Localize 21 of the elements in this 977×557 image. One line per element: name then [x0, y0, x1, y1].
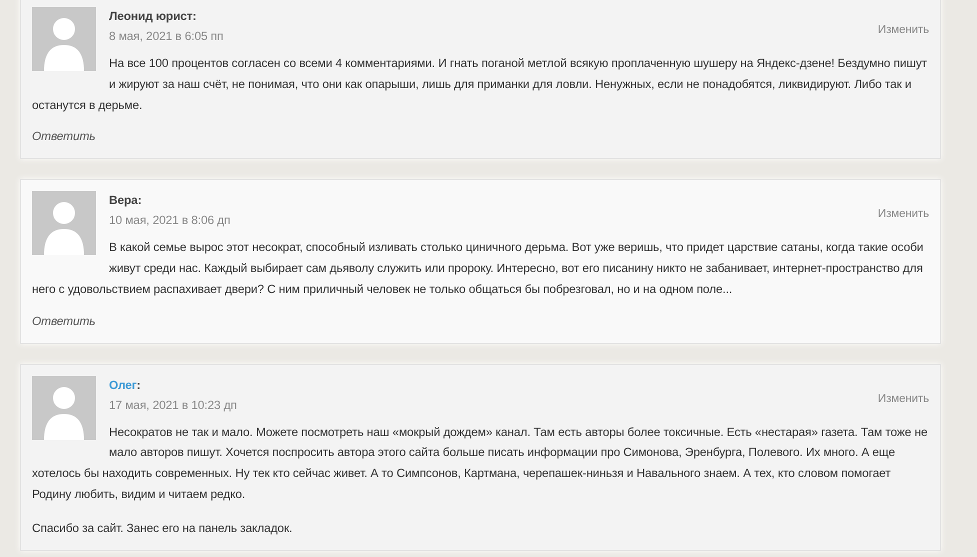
reply-link[interactable]: Ответить	[32, 128, 96, 146]
comment-date: 17 мая, 2021 в 10:23 дп	[109, 398, 237, 412]
author-name: Вера	[109, 193, 138, 208]
avatar-icon	[32, 376, 96, 440]
comment-date: 10 мая, 2021 в 8:06 дп	[109, 213, 230, 228]
comment-text: Спасибо за сайт. Занес его на панель закладок.	[32, 520, 294, 537]
author-link[interactable]: Олег	[109, 378, 137, 392]
colon: :	[136, 378, 141, 392]
comment-date: 8 мая, 2021 в 6:05 пп	[109, 29, 224, 43]
author-name: Леонид юрист	[109, 9, 193, 23]
avatar-icon	[32, 7, 96, 71]
avatar-icon	[32, 191, 96, 256]
comment-text: Несократов не так и мало. Можете посмотреть наш «мокрый дождем» канал. Там есть авторы более токсичные. Есть «нестарая» газета. Там тоже не мало авторов пишут. Хочется поспросить автора этого сайта больше писать информации про Симонова, Эренбурга, Полевого. Их много. А еще хотелось бы находить современных. Ну тек кто сейчас живет. А то Симпсонов, Картмана, черепашек-ниньзя и Навального знаем. А тех, кто словом помогает Родину любить, видим и читаем редко.	[32, 424, 928, 503]
colon: :	[192, 9, 196, 23]
comment-text: На все 100 процентов согласен со всеми 4 комментариями. И гнать поганой метлой всякую проплаченную шушеру на Яндекс-дзене! Бездумно пишут и жируют за наш счёт, не понимая, что они как опарыши, лишь для приманки для ловли. Ненужных, если не понадобятся, ликвидируют. Либо так и останутся в дерьме.	[32, 55, 928, 114]
edit-link[interactable]: Изменить	[878, 388, 929, 408]
edit-link[interactable]: Изменить	[878, 20, 929, 40]
colon: :	[138, 193, 142, 208]
reply-link[interactable]: Ответить	[32, 312, 96, 330]
edit-link[interactable]: Изменить	[878, 204, 929, 224]
comment-text: В какой семье вырос этот несократ, способный изливать столько циничного дерьма. Вот уже веришь, что придет царствие сатаны, когда такие особи живут среди нас. Каждый выбирает сам дьяволу служить или пророку. Интересно, вот его писанину никто не забанивает, интернет-пространство для него с удовольствием распахивает двери? С ним приличный человек не только общаться бы побрезговал, но и на одном поле...	[32, 239, 924, 298]
